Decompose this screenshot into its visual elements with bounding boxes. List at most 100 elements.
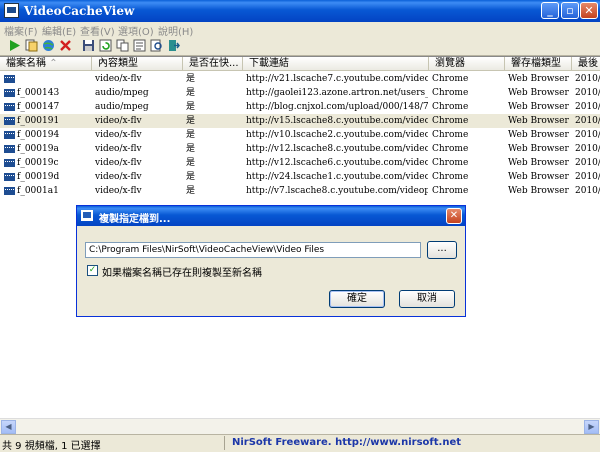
- find-icon[interactable]: [150, 39, 163, 52]
- table-row[interactable]: f_00019a video/x-flv 是 http://v12.lscache8.…: [0, 142, 600, 156]
- horizontal-scrollbar[interactable]: ◀ ▶: [0, 418, 600, 435]
- minimize-button[interactable]: _: [541, 2, 559, 19]
- column-header-in-cache[interactable]: 是否在快...: [183, 57, 243, 71]
- video-file-icon: [4, 89, 15, 97]
- cell-browser: Chrome: [432, 88, 469, 98]
- copy-icon[interactable]: [116, 39, 129, 52]
- cell-in-cache: 是: [186, 144, 196, 154]
- cell-content-type: audio/mpeg: [95, 102, 149, 112]
- cell-last-date: 2010/6: [575, 186, 600, 196]
- cell-content-type: video/x-flv: [95, 186, 142, 196]
- exit-icon[interactable]: [167, 39, 180, 52]
- video-file-icon: [4, 117, 15, 125]
- title-bar: VideoCacheView _ ▫ ✕: [0, 0, 600, 22]
- refresh-icon[interactable]: [99, 39, 112, 52]
- copy-files-icon[interactable]: [25, 39, 38, 52]
- dialog-icon: [81, 210, 93, 221]
- scroll-left-icon[interactable]: ◀: [1, 420, 16, 434]
- cell-filename: f_0001a1: [17, 186, 59, 196]
- cell-filename: f_00019c: [17, 158, 59, 168]
- cell-last-date: 2010/6: [575, 130, 600, 140]
- cell-browser: Chrome: [432, 130, 469, 140]
- table-row[interactable]: f_000194 video/x-flv 是 http://v10.lscache2.…: [0, 128, 600, 142]
- table-row[interactable]: f_000143 audio/mpeg 是 http://gaolei123.azon…: [0, 86, 600, 100]
- cell-filename: f_000191: [17, 116, 60, 126]
- table-row[interactable]: f_00019c video/x-flv 是 http://v12.lscache6.…: [0, 156, 600, 170]
- cell-cache-type: Web Browser: [508, 172, 569, 182]
- cell-content-type: audio/mpeg: [95, 88, 149, 98]
- column-header-filename[interactable]: 檔案名稱 ⌃: [0, 57, 92, 71]
- delete-icon[interactable]: [59, 39, 72, 52]
- cell-url: http://gaolei123.azone.artron.net/users_…: [246, 88, 428, 98]
- cell-in-cache: 是: [186, 102, 196, 112]
- close-button[interactable]: ✕: [580, 2, 598, 19]
- cell-last-date: 2010/5: [575, 88, 600, 98]
- cell-filename: f_000147: [17, 102, 60, 112]
- menu-file[interactable]: 檔案(F): [4, 23, 38, 38]
- save-icon[interactable]: [82, 39, 95, 52]
- cell-content-type: video/x-flv: [95, 116, 142, 126]
- cell-cache-type: Web Browser: [508, 88, 569, 98]
- menu-view[interactable]: 查看(V): [80, 23, 115, 38]
- globe-icon[interactable]: [42, 39, 55, 52]
- cell-cache-type: Web Browser: [508, 186, 569, 196]
- table-row[interactable]: f_000147 audio/mpeg 是 http://blog.cnjxol.co…: [0, 100, 600, 114]
- cell-cache-type: Web Browser: [508, 158, 569, 168]
- cell-browser: Chrome: [432, 186, 469, 196]
- dialog-close-button[interactable]: ✕: [446, 208, 462, 224]
- video-file-icon: [4, 159, 15, 167]
- menu-bar: 檔案(F) 編輯(E) 查看(V) 選項(O) 說明(H): [0, 22, 600, 38]
- cell-last-date: 2010/6: [575, 74, 600, 84]
- cell-url: http://v7.lscache8.c.youtube.com/videopl…: [246, 186, 428, 196]
- scroll-right-icon[interactable]: ▶: [584, 420, 599, 434]
- video-file-icon: [4, 103, 15, 111]
- browse-button[interactable]: ...: [427, 241, 457, 259]
- cell-browser: Chrome: [432, 172, 469, 182]
- menu-edit[interactable]: 編輯(E): [42, 23, 76, 38]
- cell-browser: Chrome: [432, 158, 469, 168]
- video-file-icon: [4, 131, 15, 139]
- cell-cache-type: Web Browser: [508, 102, 569, 112]
- cell-cache-type: Web Browser: [508, 144, 569, 154]
- status-divider: [224, 436, 225, 450]
- column-header-browser[interactable]: 瀏覽器: [429, 57, 505, 71]
- cell-last-date: 2010/6: [575, 144, 600, 154]
- cell-in-cache: 是: [186, 74, 196, 84]
- cell-in-cache: 是: [186, 186, 196, 196]
- nirsoft-link[interactable]: NirSoft Freeware. http://www.nirsoft.net: [232, 437, 461, 448]
- table-row[interactable]: f_000191 video/x-flv 是 http://v15.lscache8.…: [0, 114, 600, 128]
- table-row[interactable]: f_0001a1 video/x-flv 是 http://v7.lscache8.c…: [0, 184, 600, 198]
- cell-filename: f_00019d: [17, 172, 60, 182]
- cell-content-type: video/x-flv: [95, 130, 142, 140]
- cell-filename: f_00019a: [17, 144, 59, 154]
- maximize-button[interactable]: ▫: [561, 2, 579, 19]
- cell-url: http://v10.lscache2.c.youtube.com/videop…: [246, 130, 428, 140]
- cell-content-type: video/x-flv: [95, 74, 142, 84]
- destination-path-input[interactable]: C:\Program Files\NirSoft\VideoCacheView\…: [85, 242, 421, 258]
- video-file-icon: [4, 75, 15, 83]
- cell-url: http://v12.lscache8.c.youtube.com/videop…: [246, 144, 428, 154]
- rename-if-exists-checkbox[interactable]: ✓: [87, 265, 98, 276]
- toolbar: [0, 37, 600, 56]
- column-header-last-date[interactable]: 最後: [572, 57, 600, 71]
- cancel-button[interactable]: 取消: [399, 290, 455, 308]
- ok-button[interactable]: 確定: [329, 290, 385, 308]
- properties-icon[interactable]: [133, 39, 146, 52]
- table-row[interactable]: video/x-flv 是 http://v21.lscache7.c.youtub…: [0, 72, 600, 86]
- cell-browser: Chrome: [432, 74, 469, 84]
- dialog-title: 複製指定檔到...: [99, 214, 171, 225]
- cell-cache-type: Web Browser: [508, 130, 569, 140]
- column-header-url[interactable]: 下載連結: [243, 57, 429, 71]
- cell-last-date: 2010/6: [575, 116, 600, 126]
- cell-browser: Chrome: [432, 144, 469, 154]
- menu-options[interactable]: 選項(O): [118, 23, 154, 38]
- column-header-cache-type[interactable]: 響存檔類型: [505, 57, 572, 71]
- menu-help[interactable]: 說明(H): [158, 23, 193, 38]
- play-icon[interactable]: [8, 39, 21, 52]
- cell-url: http://v24.lscache1.c.youtube.com/videop…: [246, 172, 428, 182]
- video-file-icon: [4, 187, 15, 195]
- column-header-content-type[interactable]: 內容類型: [92, 57, 183, 71]
- copy-files-dialog: 複製指定檔到... ✕ C:\Program Files\NirSoft\Vid…: [76, 205, 466, 317]
- table-row[interactable]: f_00019d video/x-flv 是 http://v24.lscache1.…: [0, 170, 600, 184]
- cell-in-cache: 是: [186, 130, 196, 140]
